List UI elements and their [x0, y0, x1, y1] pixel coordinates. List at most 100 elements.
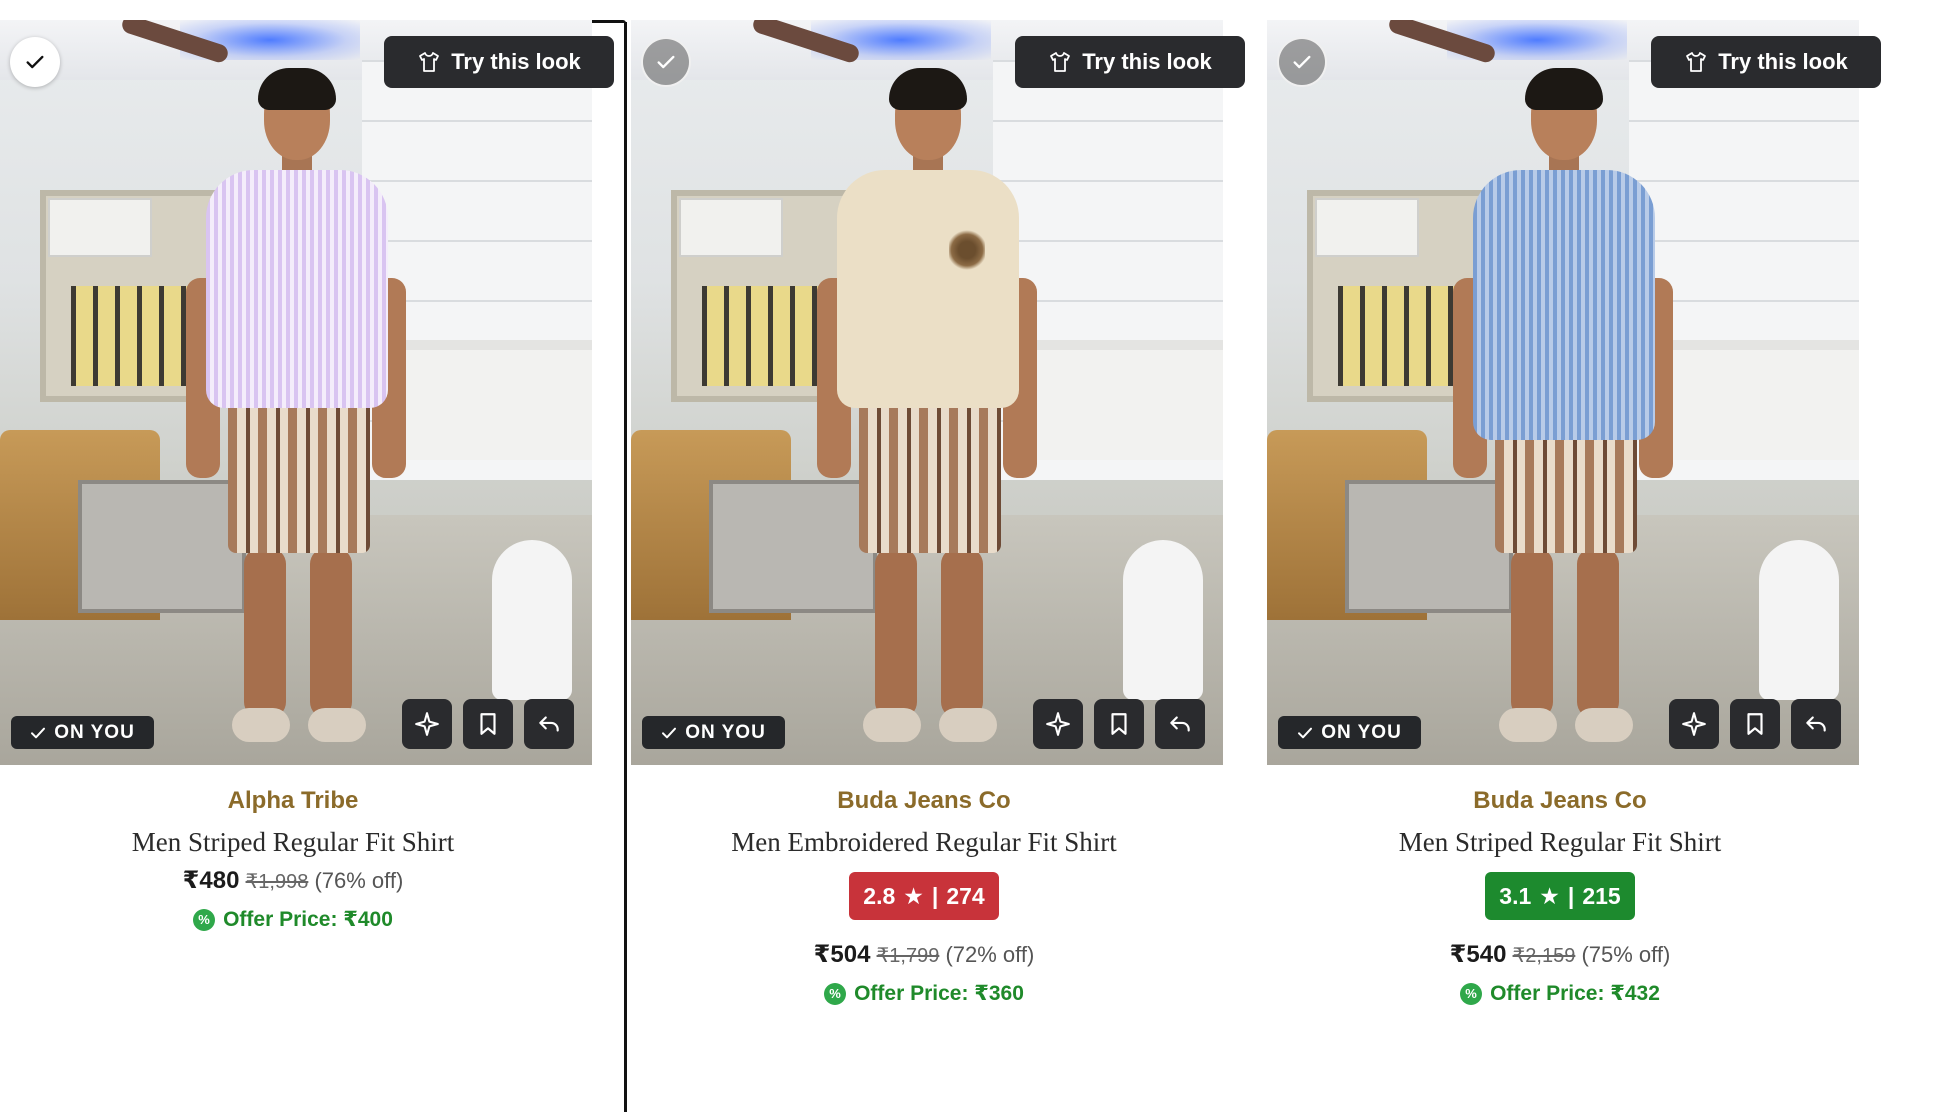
left-leg [1511, 548, 1553, 718]
try-label: Try this look [451, 49, 581, 74]
star-icon: ★ [903, 882, 924, 909]
left-slipper [863, 708, 921, 742]
shirt-lavender [206, 170, 388, 408]
check-icon [662, 727, 677, 738]
product-card-3[interactable]: ON YOU Try this look Buda Jeans Co Men S… [1267, 20, 1881, 1006]
water-heater [1759, 540, 1839, 700]
selection-frame-top [592, 20, 626, 23]
left-leg [875, 548, 917, 718]
bookmark-icon [480, 713, 496, 735]
save-button[interactable] [1730, 699, 1780, 749]
discount-label: (72% off) [945, 942, 1035, 967]
tshirt-icon [1686, 52, 1707, 72]
price-row: ₹540 ₹2,159 (75% off) [1267, 940, 1853, 969]
offer-price-text: Offer Price: ₹432 [1490, 982, 1660, 1005]
select-toggle[interactable] [1277, 37, 1327, 87]
check-icon [31, 727, 46, 738]
product-info: Alpha Tribe Men Striped Regular Fit Shir… [0, 787, 586, 932]
save-button[interactable] [463, 699, 513, 749]
brand-name[interactable]: Alpha Tribe [0, 787, 586, 815]
left-slipper [232, 708, 290, 742]
rating-badge[interactable]: 3.1 ★ | 215 [1485, 872, 1635, 920]
select-toggle[interactable] [10, 37, 60, 87]
bookmark-icon [1747, 713, 1763, 735]
product-photo[interactable]: ON YOU [1267, 20, 1859, 765]
try-label: Try this look [1718, 49, 1848, 74]
ai-style-button[interactable] [402, 699, 452, 749]
left-leg [244, 548, 286, 718]
offer-price: % Offer Price: ₹432 [1267, 981, 1853, 1006]
mrp-price: ₹1,998 [245, 871, 309, 893]
product-info: Buda Jeans Co Men Embroidered Regular Fi… [631, 787, 1217, 1006]
on-you-badge: ON YOU [642, 716, 785, 749]
rating-count: 274 [946, 882, 985, 909]
product-card-1[interactable]: ON YOU Try this look Alpha Tribe Men Str… [0, 20, 614, 932]
striped-shorts [859, 393, 1001, 553]
product-info: Buda Jeans Co Men Striped Regular Fit Sh… [1267, 787, 1853, 1006]
tshirt-icon [419, 52, 440, 72]
offer-price-text: Offer Price: ₹400 [223, 908, 393, 931]
undo-button[interactable] [1791, 699, 1841, 749]
right-slipper [939, 708, 997, 742]
water-heater [492, 540, 572, 700]
product-photo[interactable]: ON YOU [631, 20, 1223, 765]
save-button[interactable] [1094, 699, 1144, 749]
try-this-look-button[interactable]: Try this look [1651, 36, 1881, 88]
rating-badge[interactable]: 2.8 ★ | 274 [849, 872, 999, 920]
sparkle-icon [415, 712, 439, 736]
select-toggle[interactable] [641, 37, 691, 87]
product-title[interactable]: Men Embroidered Regular Fit Shirt [631, 827, 1217, 858]
air-conditioner [1315, 198, 1419, 257]
check-icon [657, 55, 675, 69]
air-conditioner [679, 198, 783, 257]
sale-price: ₹540 [1449, 941, 1507, 968]
model-person [817, 58, 1037, 758]
hair [258, 68, 336, 110]
discount-label: (75% off) [1581, 942, 1671, 967]
try-label: Try this look [1082, 49, 1212, 74]
on-you-badge: ON YOU [1278, 716, 1421, 749]
product-title[interactable]: Men Striped Regular Fit Shirt [1267, 827, 1853, 858]
mrp-price: ₹2,159 [1512, 945, 1576, 967]
product-photo[interactable]: ON YOU [0, 20, 592, 765]
hair [1525, 68, 1603, 110]
right-leg [1577, 548, 1619, 718]
selection-divider [624, 22, 627, 1112]
check-icon [1298, 727, 1313, 738]
brand-name[interactable]: Buda Jeans Co [1267, 787, 1853, 815]
right-leg [310, 548, 352, 718]
rating-separator: | [931, 882, 939, 909]
check-icon [1293, 55, 1311, 69]
try-this-look-button[interactable]: Try this look [384, 36, 614, 88]
on-you-label: ON YOU [1321, 721, 1402, 743]
air-conditioner [48, 198, 152, 257]
mrp-price: ₹1,799 [876, 945, 940, 967]
try-this-look-button[interactable]: Try this look [1015, 36, 1245, 88]
product-title[interactable]: Men Striped Regular Fit Shirt [0, 827, 586, 858]
sparkle-icon [1682, 712, 1706, 736]
water-heater [1123, 540, 1203, 700]
sale-price: ₹504 [813, 941, 871, 968]
rating-value: 2.8 [863, 882, 896, 909]
model-person [186, 58, 406, 758]
right-slipper [308, 708, 366, 742]
on-you-label: ON YOU [685, 721, 766, 743]
ai-style-button[interactable] [1033, 699, 1083, 749]
kitchen-counter [392, 340, 592, 460]
product-card-2[interactable]: ON YOU Try this look Buda Jeans Co Men E… [631, 20, 1245, 1006]
hair [889, 68, 967, 110]
kitchen-counter [1023, 340, 1223, 460]
offer-price: % Offer Price: ₹400 [0, 907, 586, 932]
sale-price: ₹480 [182, 867, 240, 894]
rating-separator: | [1567, 882, 1575, 909]
brand-name[interactable]: Buda Jeans Co [631, 787, 1217, 815]
undo-button[interactable] [1155, 699, 1205, 749]
on-you-badge: ON YOU [11, 716, 154, 749]
star-icon: ★ [1539, 882, 1560, 909]
undo-icon [1170, 716, 1190, 732]
undo-button[interactable] [524, 699, 574, 749]
undo-icon [1806, 716, 1826, 732]
left-slipper [1499, 708, 1557, 742]
striped-shorts [228, 393, 370, 553]
ai-style-button[interactable] [1669, 699, 1719, 749]
